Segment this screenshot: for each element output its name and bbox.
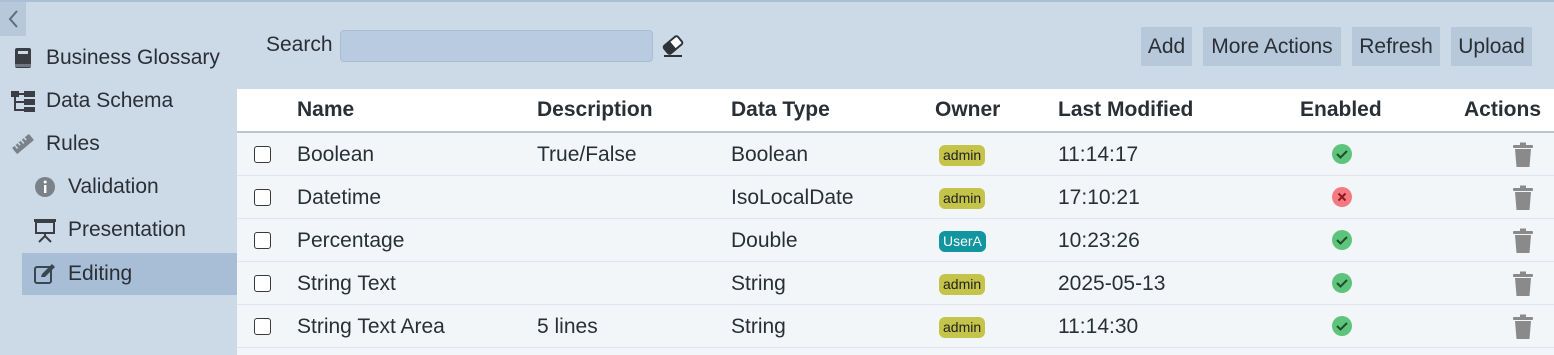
check-circle-icon — [1332, 316, 1352, 336]
cell-name: String Text — [297, 272, 396, 295]
hierarchy-icon — [10, 88, 36, 114]
book-icon — [10, 45, 36, 71]
owner-badge: UserA — [939, 231, 986, 252]
data-table: Name Description Data Type Owner Last Mo… — [237, 89, 1554, 355]
cell-last-modified: 11:14:30 — [1058, 315, 1139, 338]
edit-icon — [32, 261, 58, 287]
search-label: Search — [266, 33, 333, 56]
sidebar-item-label: Rules — [46, 132, 100, 155]
cell-name: Percentage — [297, 229, 405, 252]
row-checkbox[interactable] — [254, 232, 271, 249]
row-checkbox[interactable] — [254, 318, 271, 335]
trash-icon[interactable] — [1512, 228, 1534, 254]
table-row[interactable]: Datetime IsoLocalDate admin 17:10:21 — [237, 176, 1554, 219]
search-input[interactable] — [340, 30, 653, 62]
cell-last-modified: 10:23:26 — [1058, 229, 1140, 252]
sidebar-item-editing[interactable]: Editing — [22, 253, 237, 295]
more-actions-button[interactable]: More Actions — [1203, 27, 1341, 66]
table-row[interactable]: Boolean True/False Boolean admin 11:14:1… — [237, 133, 1554, 176]
cell-last-modified: 17:10:21 — [1058, 186, 1140, 209]
sidebar-item-label: Editing — [68, 262, 133, 285]
owner-badge: admin — [939, 274, 986, 295]
sidebar-item-rules[interactable]: Rules — [10, 123, 237, 165]
cell-description: 5 lines — [537, 315, 598, 338]
check-circle-icon — [1332, 273, 1352, 293]
sidebar: Business Glossary Data Schema Rules Vali… — [0, 0, 237, 355]
cell-data-type: Boolean — [731, 143, 809, 166]
chevron-left-icon — [8, 10, 18, 28]
column-header-owner[interactable]: Owner — [935, 98, 1000, 122]
cell-data-type: IsoLocalDate — [731, 186, 854, 209]
sidebar-item-data-schema[interactable]: Data Schema — [10, 80, 237, 122]
x-circle-icon — [1332, 187, 1352, 207]
column-header-data-type[interactable]: Data Type — [731, 98, 830, 122]
add-button[interactable]: Add — [1141, 27, 1192, 66]
collapse-sidebar-button[interactable] — [0, 2, 26, 36]
cell-last-modified: 11:14:17 — [1058, 143, 1139, 166]
cell-name: String Text Area — [297, 315, 445, 338]
sidebar-item-label: Data Schema — [46, 89, 174, 112]
sidebar-item-validation[interactable]: Validation — [32, 166, 237, 208]
presentation-board-icon — [32, 217, 58, 243]
row-checkbox[interactable] — [254, 146, 271, 163]
ruler-icon — [10, 131, 36, 157]
cell-data-type: Double — [731, 229, 798, 252]
table-row[interactable]: String Text String admin 2025-05-13 — [237, 262, 1554, 305]
check-circle-icon — [1332, 230, 1352, 250]
sidebar-item-business-glossary[interactable]: Business Glossary — [10, 37, 237, 79]
cell-name: Boolean — [297, 143, 375, 166]
column-header-description[interactable]: Description — [537, 98, 653, 122]
sidebar-item-presentation[interactable]: Presentation — [32, 209, 237, 251]
trash-icon[interactable] — [1512, 185, 1534, 211]
column-header-last-modified[interactable]: Last Modified — [1058, 98, 1193, 122]
trash-icon[interactable] — [1512, 314, 1534, 340]
owner-badge: admin — [939, 145, 986, 166]
check-circle-icon — [1332, 144, 1352, 164]
table-header: Name Description Data Type Owner Last Mo… — [237, 89, 1554, 133]
column-header-enabled[interactable]: Enabled — [1300, 98, 1382, 122]
row-checkbox[interactable] — [254, 189, 271, 206]
trash-icon[interactable] — [1512, 271, 1534, 297]
sidebar-item-label: Validation — [68, 175, 159, 198]
trash-icon[interactable] — [1512, 142, 1534, 168]
table-row[interactable]: String Text Area 5 lines String admin 11… — [237, 305, 1554, 348]
column-header-name[interactable]: Name — [297, 98, 354, 122]
row-checkbox[interactable] — [254, 275, 271, 292]
sidebar-item-label: Business Glossary — [46, 46, 220, 69]
sidebar-item-label: Presentation — [68, 218, 186, 241]
eraser-icon[interactable] — [660, 32, 686, 58]
cell-description: True/False — [537, 143, 637, 166]
cell-data-type: String — [731, 272, 786, 295]
info-icon — [32, 174, 58, 200]
owner-badge: admin — [939, 317, 986, 338]
refresh-button[interactable]: Refresh — [1352, 27, 1440, 66]
table-row[interactable]: Percentage Double UserA 10:23:26 — [237, 219, 1554, 262]
cell-last-modified: 2025-05-13 — [1058, 272, 1166, 295]
upload-button[interactable]: Upload — [1451, 27, 1532, 66]
cell-name: Datetime — [297, 186, 382, 209]
owner-badge: admin — [939, 188, 986, 209]
cell-data-type: String — [731, 315, 786, 338]
column-header-actions: Actions — [1464, 98, 1542, 121]
